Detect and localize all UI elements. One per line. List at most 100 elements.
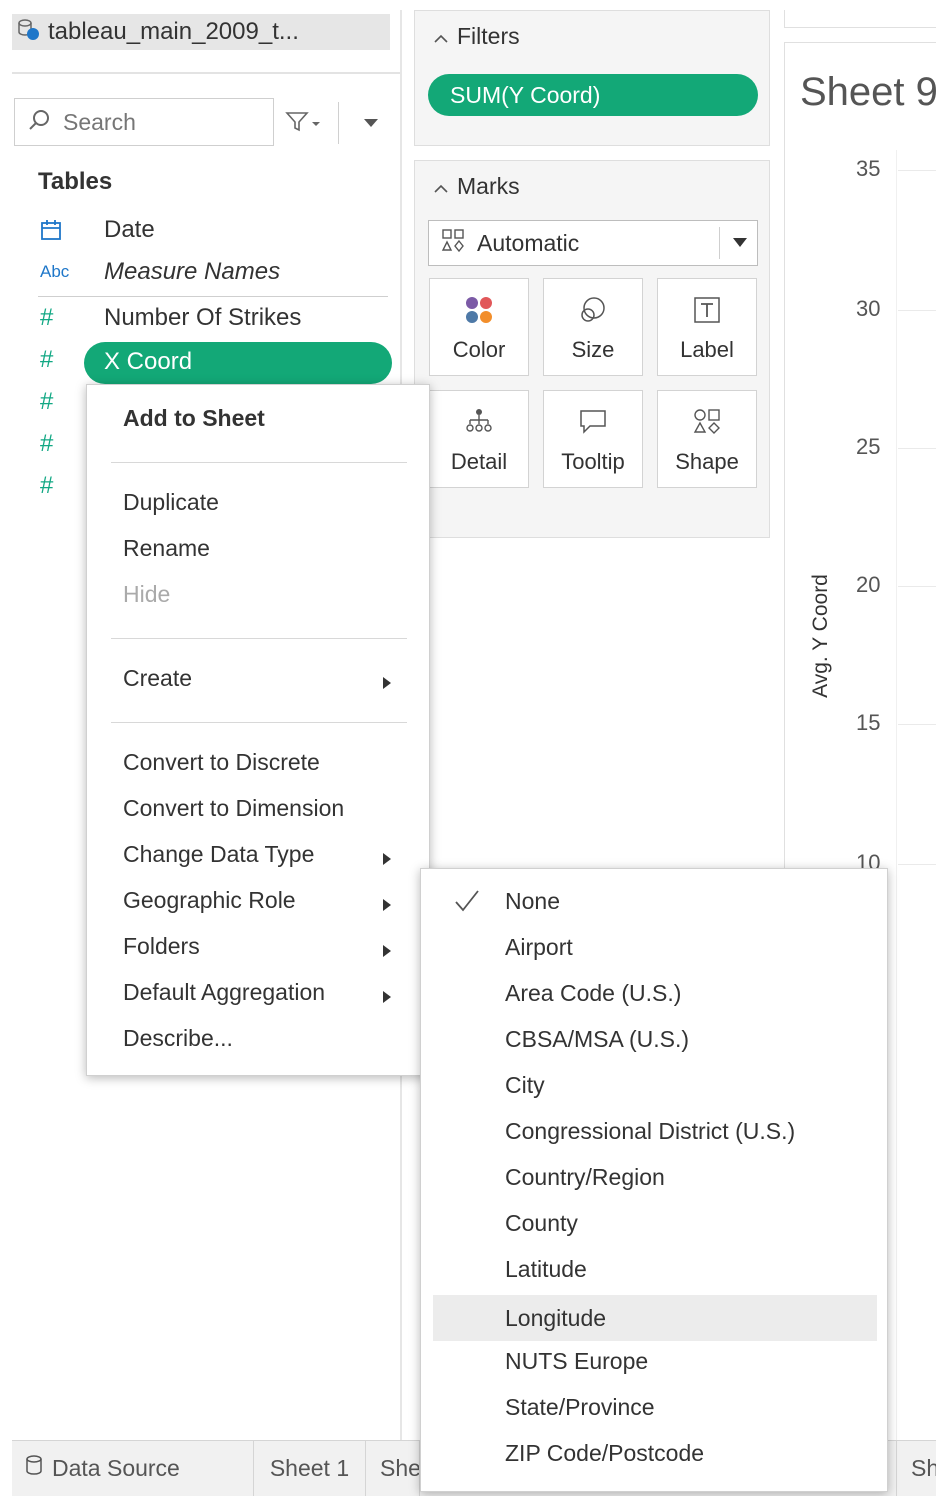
filters-card-title[interactable]: Filters — [433, 23, 520, 50]
menu-item-default-aggregation[interactable]: Default Aggregation — [123, 979, 325, 1006]
menu-item-create[interactable]: Create — [123, 665, 192, 692]
collapse-chevron-icon — [433, 23, 449, 50]
marks-card-title[interactable]: Marks — [433, 173, 520, 200]
submenu-item-label: County — [505, 1209, 578, 1236]
filter-pill-sum-y-coord[interactable]: SUM(Y Coord) — [428, 74, 758, 116]
datasource-header[interactable]: tableau_main_2009_t... — [12, 14, 390, 50]
marks-size-button[interactable]: Size — [543, 278, 643, 376]
field-row-number-of-strikes[interactable]: # Number Of Strikes — [0, 298, 392, 338]
marks-button-label: Label — [680, 337, 734, 362]
menu-item-folders[interactable]: Folders — [123, 933, 200, 960]
submenu-item-label: Congressional District (U.S.) — [505, 1117, 796, 1144]
caret-down-icon — [731, 233, 749, 256]
y-tick-label: 25 — [856, 434, 881, 459]
sheet-title: Sheet 9 — [800, 70, 936, 114]
submenu-item-country-region[interactable]: Country/Region — [433, 1154, 877, 1200]
submenu-item-label: City — [505, 1071, 545, 1098]
submenu-item-cbsa-msa[interactable]: CBSA/MSA (U.S.) — [433, 1016, 877, 1062]
field-label: Date — [104, 216, 155, 243]
database-icon — [24, 1454, 44, 1482]
menu-item-add-to-sheet[interactable]: Add to Sheet — [123, 405, 265, 432]
checkmark-icon — [453, 888, 481, 919]
y-tick-label: 15 — [856, 710, 881, 735]
menu-item-convert-to-discrete[interactable]: Convert to Discrete — [123, 749, 320, 776]
submenu-item-label: Longitude — [505, 1304, 607, 1331]
calendar-icon — [40, 210, 80, 250]
field-row-date[interactable]: Date — [0, 210, 392, 250]
field-row-measure-names[interactable]: Abc Measure Names — [0, 252, 392, 292]
submenu-item-city[interactable]: City — [433, 1062, 877, 1108]
submenu-arrow-icon — [383, 945, 391, 957]
menu-item-duplicate[interactable]: Duplicate — [123, 489, 219, 516]
menu-separator — [111, 638, 407, 639]
submenu-item-longitude[interactable]: Longitude — [433, 1295, 877, 1341]
tab-label: She — [380, 1454, 420, 1481]
search-separator — [338, 102, 339, 144]
field-label: Measure Names — [104, 258, 281, 285]
submenu-arrow-icon — [383, 991, 391, 1003]
shape-icon — [658, 405, 756, 439]
field-search-input[interactable]: Search — [14, 98, 274, 146]
caret-down-icon — [363, 115, 379, 133]
submenu-item-latitude[interactable]: Latitude — [433, 1246, 877, 1292]
marks-detail-button[interactable]: Detail — [429, 390, 529, 488]
datasource-icon — [16, 17, 42, 48]
marks-label-button[interactable]: Label — [657, 278, 757, 376]
y-axis-title[interactable]: Avg. Y Coord — [809, 531, 833, 741]
tab-sheet[interactable]: She — [366, 1440, 420, 1496]
submenu-item-label: Country/Region — [505, 1163, 665, 1190]
marks-button-label: Tooltip — [561, 449, 625, 474]
menu-item-geographic-role[interactable]: Geographic Role — [123, 887, 296, 914]
fields-divider — [38, 296, 388, 297]
gridline — [898, 170, 936, 171]
submenu-item-zip-code[interactable]: ZIP Code/Postcode — [433, 1430, 877, 1476]
menu-item-describe[interactable]: Describe... — [123, 1025, 233, 1052]
mark-type-dropdown[interactable]: Automatic — [428, 220, 758, 266]
search-placeholder: Search — [63, 108, 136, 135]
submenu-item-label: Airport — [505, 933, 573, 960]
submenu-arrow-icon — [383, 853, 391, 865]
detail-hierarchy-icon — [430, 405, 528, 439]
menu-item-convert-to-dimension[interactable]: Convert to Dimension — [123, 795, 344, 822]
submenu-item-label: Latitude — [505, 1255, 587, 1282]
y-tick-label: 20 — [856, 572, 881, 597]
submenu-item-area-code[interactable]: Area Code (U.S.) — [433, 970, 877, 1016]
tab-sheet[interactable]: Sh — [896, 1440, 936, 1496]
submenu-item-label: Area Code (U.S.) — [505, 979, 682, 1006]
tooltip-bubble-icon — [544, 405, 642, 439]
tab-sheet-1[interactable]: Sheet 1 — [254, 1440, 366, 1496]
y-axis-rule — [896, 150, 897, 1450]
abc-string-icon: Abc — [40, 262, 70, 281]
filter-fields-button[interactable] — [282, 108, 326, 140]
number-hash-icon: # — [40, 388, 54, 415]
menu-item-change-data-type[interactable]: Change Data Type — [123, 841, 314, 868]
submenu-item-county[interactable]: County — [433, 1200, 877, 1246]
menu-separator — [111, 462, 407, 463]
menu-item-rename[interactable]: Rename — [123, 535, 210, 562]
gridline — [898, 586, 936, 587]
tab-data-source[interactable]: Data Source — [12, 1440, 254, 1496]
automatic-mark-icon — [441, 228, 467, 259]
submenu-item-label: ZIP Code/Postcode — [505, 1439, 705, 1466]
geographic-role-submenu: None Airport Area Code (U.S.) CBSA/MSA (… — [420, 868, 888, 1492]
submenu-item-nuts-europe[interactable]: NUTS Europe — [433, 1338, 877, 1384]
gridline — [898, 864, 936, 865]
y-tick-label: 35 — [856, 156, 881, 181]
size-circles-icon — [544, 293, 642, 327]
filter-funnel-icon — [284, 110, 324, 139]
marks-shape-button[interactable]: Shape — [657, 390, 757, 488]
marks-button-label: Size — [571, 337, 615, 362]
submenu-item-state-province[interactable]: State/Province — [433, 1384, 877, 1430]
view-toolbar-strip — [784, 10, 936, 28]
collapse-chevron-icon — [433, 173, 449, 200]
submenu-item-label: State/Province — [505, 1393, 655, 1420]
field-pill-x-coord-selected[interactable]: X Coord — [84, 342, 392, 384]
submenu-item-none[interactable]: None — [433, 878, 877, 924]
submenu-arrow-icon — [383, 677, 391, 689]
marks-color-button[interactable]: Color — [429, 278, 529, 376]
submenu-item-airport[interactable]: Airport — [433, 924, 877, 970]
marks-tooltip-button[interactable]: Tooltip — [543, 390, 643, 488]
data-pane-menu-button[interactable] — [356, 110, 386, 138]
submenu-item-congressional-district[interactable]: Congressional District (U.S.) — [433, 1108, 877, 1154]
submenu-arrow-icon — [383, 899, 391, 911]
